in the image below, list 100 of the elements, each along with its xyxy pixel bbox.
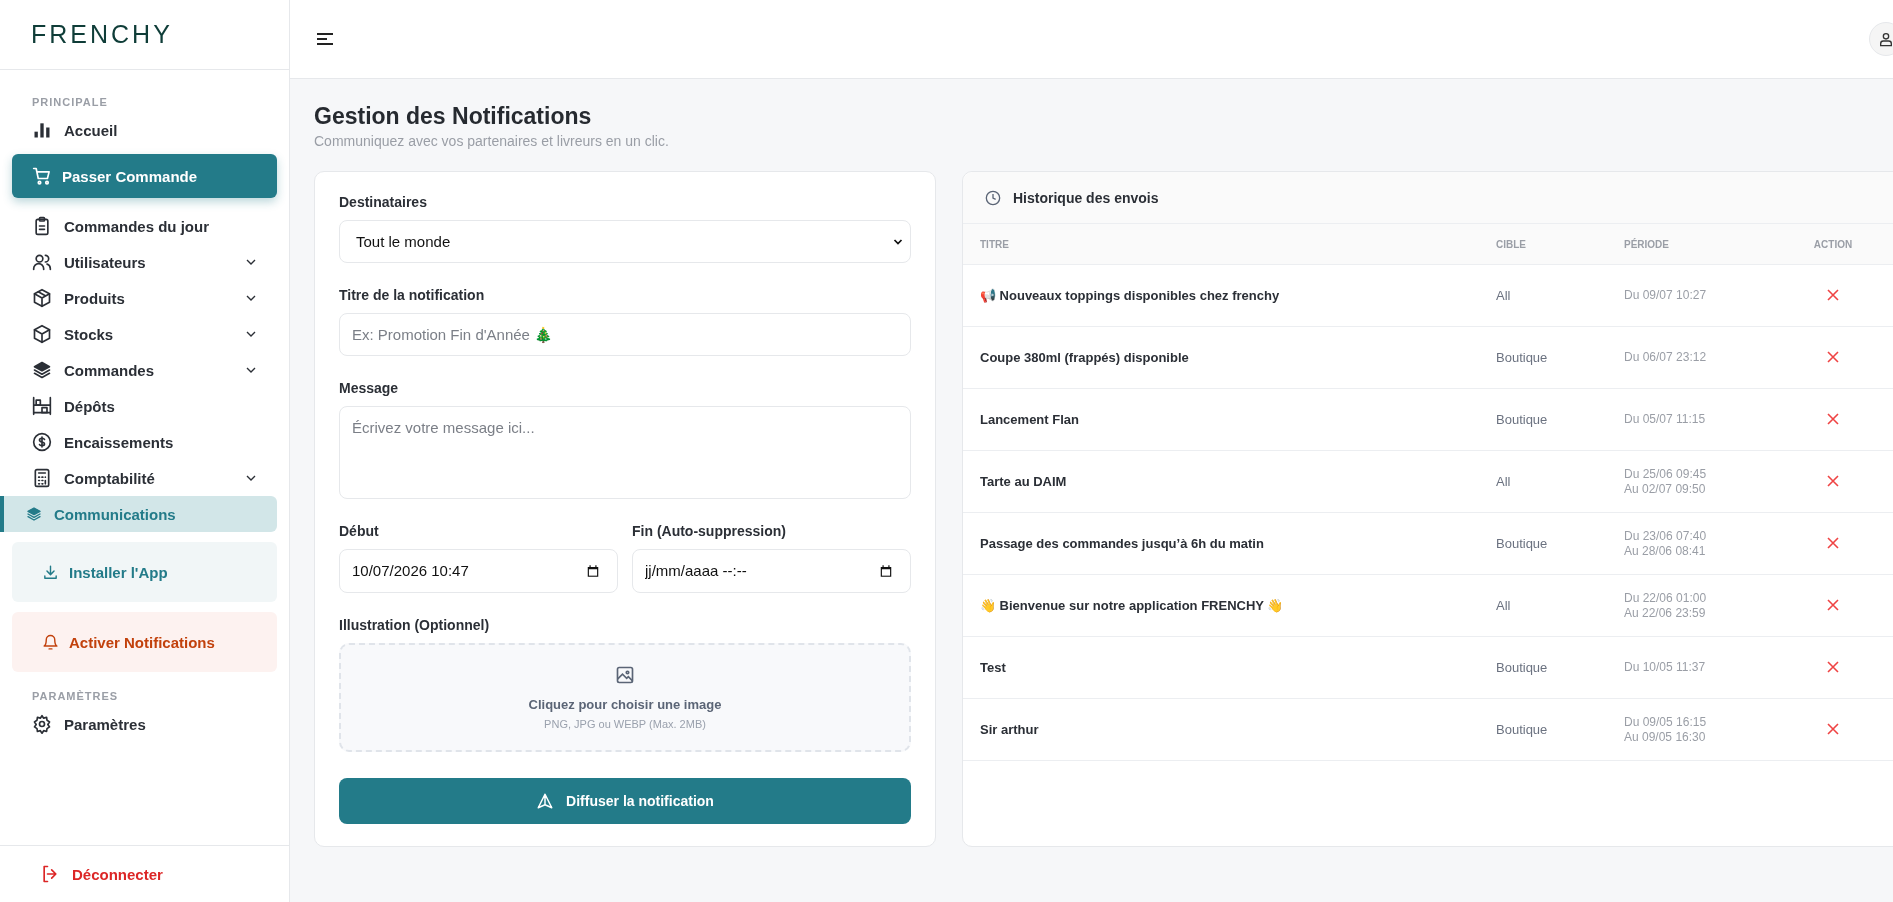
delete-button[interactable]: [1825, 286, 1841, 303]
layers-icon: [26, 506, 42, 522]
table-cell: Du 09/07 10:27: [1623, 264, 1795, 327]
column-header: CIBLE: [1495, 224, 1623, 265]
user-avatar-button[interactable]: [1869, 22, 1893, 56]
nav-item[interactable]: Utilisateurs: [12, 244, 277, 280]
close-icon: [1827, 722, 1839, 735]
close-icon: [1827, 474, 1839, 487]
clock-icon: [985, 189, 1001, 206]
table-cell: Du 09/05 16:15 Au 09/05 16:30: [1623, 698, 1795, 761]
table-cell: 📢 Nouveaux toppings disponibles chez frenchy: [963, 264, 1495, 327]
order-button[interactable]: Passer Commande: [12, 154, 277, 198]
table-cell: Boutique: [1495, 512, 1623, 575]
users-icon: [32, 252, 52, 272]
table-cell: Lancement Flan: [963, 388, 1495, 451]
layers-icon: [32, 360, 52, 380]
field-label: Début: [339, 522, 379, 539]
close-icon: [1827, 536, 1839, 549]
column-header: TITRE: [963, 224, 1495, 265]
bar-chart-icon: [32, 120, 52, 140]
calendar-icon: [586, 563, 600, 578]
logout-link[interactable]: Déconnecter: [40, 864, 163, 884]
nav-item[interactable]: Comptabilité: [12, 460, 277, 496]
send-icon: [536, 791, 555, 810]
table-cell: Du 06/07 23:12: [1623, 326, 1795, 389]
user-icon: [1878, 31, 1893, 47]
nav-item[interactable]: Communications: [0, 496, 277, 532]
table-cell: All: [1495, 450, 1623, 513]
table-cell: Du 05/07 11:15: [1623, 388, 1795, 451]
page-subtitle: Communiquez avec vos partenaires et livreurs en un clic.: [314, 133, 670, 149]
bell-icon: [42, 633, 59, 651]
delete-button[interactable]: [1825, 348, 1841, 365]
nav-item[interactable]: Paramètres: [12, 706, 277, 742]
nav-item[interactable]: Stocks: [12, 316, 277, 352]
delete-button[interactable]: [1825, 472, 1841, 489]
table-cell: Boutique: [1495, 388, 1623, 451]
image-icon: [615, 664, 635, 685]
notifications-button[interactable]: Activer Notifications: [12, 612, 277, 672]
delete-button[interactable]: [1825, 534, 1841, 551]
shelves-icon: [32, 396, 52, 416]
start-date-field[interactable]: 10/07/2026 10:47: [339, 548, 618, 593]
calendar-icon: [879, 563, 893, 578]
field-label: Titre de la notification: [339, 287, 485, 304]
close-icon: [1827, 288, 1839, 301]
gear-icon: [32, 714, 52, 734]
nav-item[interactable]: Produits: [12, 280, 277, 316]
table-cell: Du 10/05 11:37: [1623, 636, 1795, 699]
field-label: Illustration (Optionnel): [339, 616, 490, 633]
column-header: ACTION: [1795, 224, 1893, 265]
table-cell: Passage des commandes jusqu’à 6h du matin: [963, 512, 1495, 575]
delete-button[interactable]: [1825, 658, 1841, 675]
image-upload-area[interactable]: Cliquez pour choisir une image PNG, JPG ou WEBP (Max. 2MB): [339, 642, 911, 752]
table-cell: Boutique: [1495, 326, 1623, 389]
delete-button[interactable]: [1825, 720, 1841, 737]
table-cell: Test: [963, 636, 1495, 699]
history-title: Historique des envois: [1013, 189, 1159, 206]
menu-icon: [316, 32, 334, 46]
section-heading: PRINCIPALE: [31, 96, 109, 108]
table-cell: All: [1495, 574, 1623, 637]
dollar-icon: [32, 432, 52, 452]
delete-button[interactable]: [1825, 410, 1841, 427]
close-icon: [1827, 598, 1839, 611]
table-cell: Boutique: [1495, 698, 1623, 761]
page-title: Gestion des Notifications: [314, 103, 593, 130]
close-icon: [1827, 412, 1839, 425]
nav-item[interactable]: Commandes: [12, 352, 277, 388]
clipboard-icon: [32, 216, 52, 236]
table-cell: Coupe 380ml (frappés) disponible: [963, 326, 1495, 389]
recipients-select[interactable]: Tout le monde: [339, 220, 911, 264]
table-cell: Du 22/06 01:00 Au 22/06 23:59: [1623, 574, 1795, 637]
upload-hint: PNG, JPG ou WEBP (Max. 2MB): [544, 717, 706, 730]
title-input[interactable]: Ex: Promotion Fin d'Année 🎄: [339, 313, 911, 357]
table-cell: Tarte au DAIM: [963, 450, 1495, 513]
nav-item[interactable]: Commandes du jour: [12, 208, 277, 244]
table-cell: 👋 Bienvenue sur notre application FRENCHY 👋: [963, 574, 1495, 637]
logo: FRENCHY: [31, 20, 173, 49]
close-icon: [1827, 350, 1839, 363]
cart-icon: [32, 166, 52, 186]
nav-item[interactable]: Dépôts: [12, 388, 277, 424]
table-cell: Sir arthur: [963, 698, 1495, 761]
section-heading: PARAMÈTRES: [31, 690, 120, 702]
table-cell: All: [1495, 264, 1623, 327]
box-icon: [32, 324, 52, 344]
column-header: PÉRIODE: [1623, 224, 1795, 265]
table-cell: Boutique: [1495, 636, 1623, 699]
table-cell: Du 25/06 09:45 Au 02/07 09:50: [1623, 450, 1795, 513]
upload-prompt: Cliquez pour choisir une image: [528, 696, 722, 712]
nav-item[interactable]: Encaissements: [12, 424, 277, 460]
message-input[interactable]: Écrivez votre message ici...: [339, 406, 911, 499]
field-label: Fin (Auto-suppression): [632, 522, 786, 539]
package-icon: [32, 288, 52, 308]
download-icon: [42, 563, 59, 581]
broadcast-button[interactable]: Diffuser la notification: [339, 777, 911, 824]
field-label: Message: [339, 380, 399, 397]
table-cell: Du 23/06 07:40 Au 28/06 08:41: [1623, 512, 1795, 575]
install-button[interactable]: Installer l'App: [12, 542, 277, 602]
delete-button[interactable]: [1825, 596, 1841, 613]
field-label: Destinataires: [339, 194, 427, 210]
nav-item[interactable]: Accueil: [12, 112, 277, 148]
end-date-field[interactable]: jj/mm/aaaa --:--: [632, 548, 911, 593]
